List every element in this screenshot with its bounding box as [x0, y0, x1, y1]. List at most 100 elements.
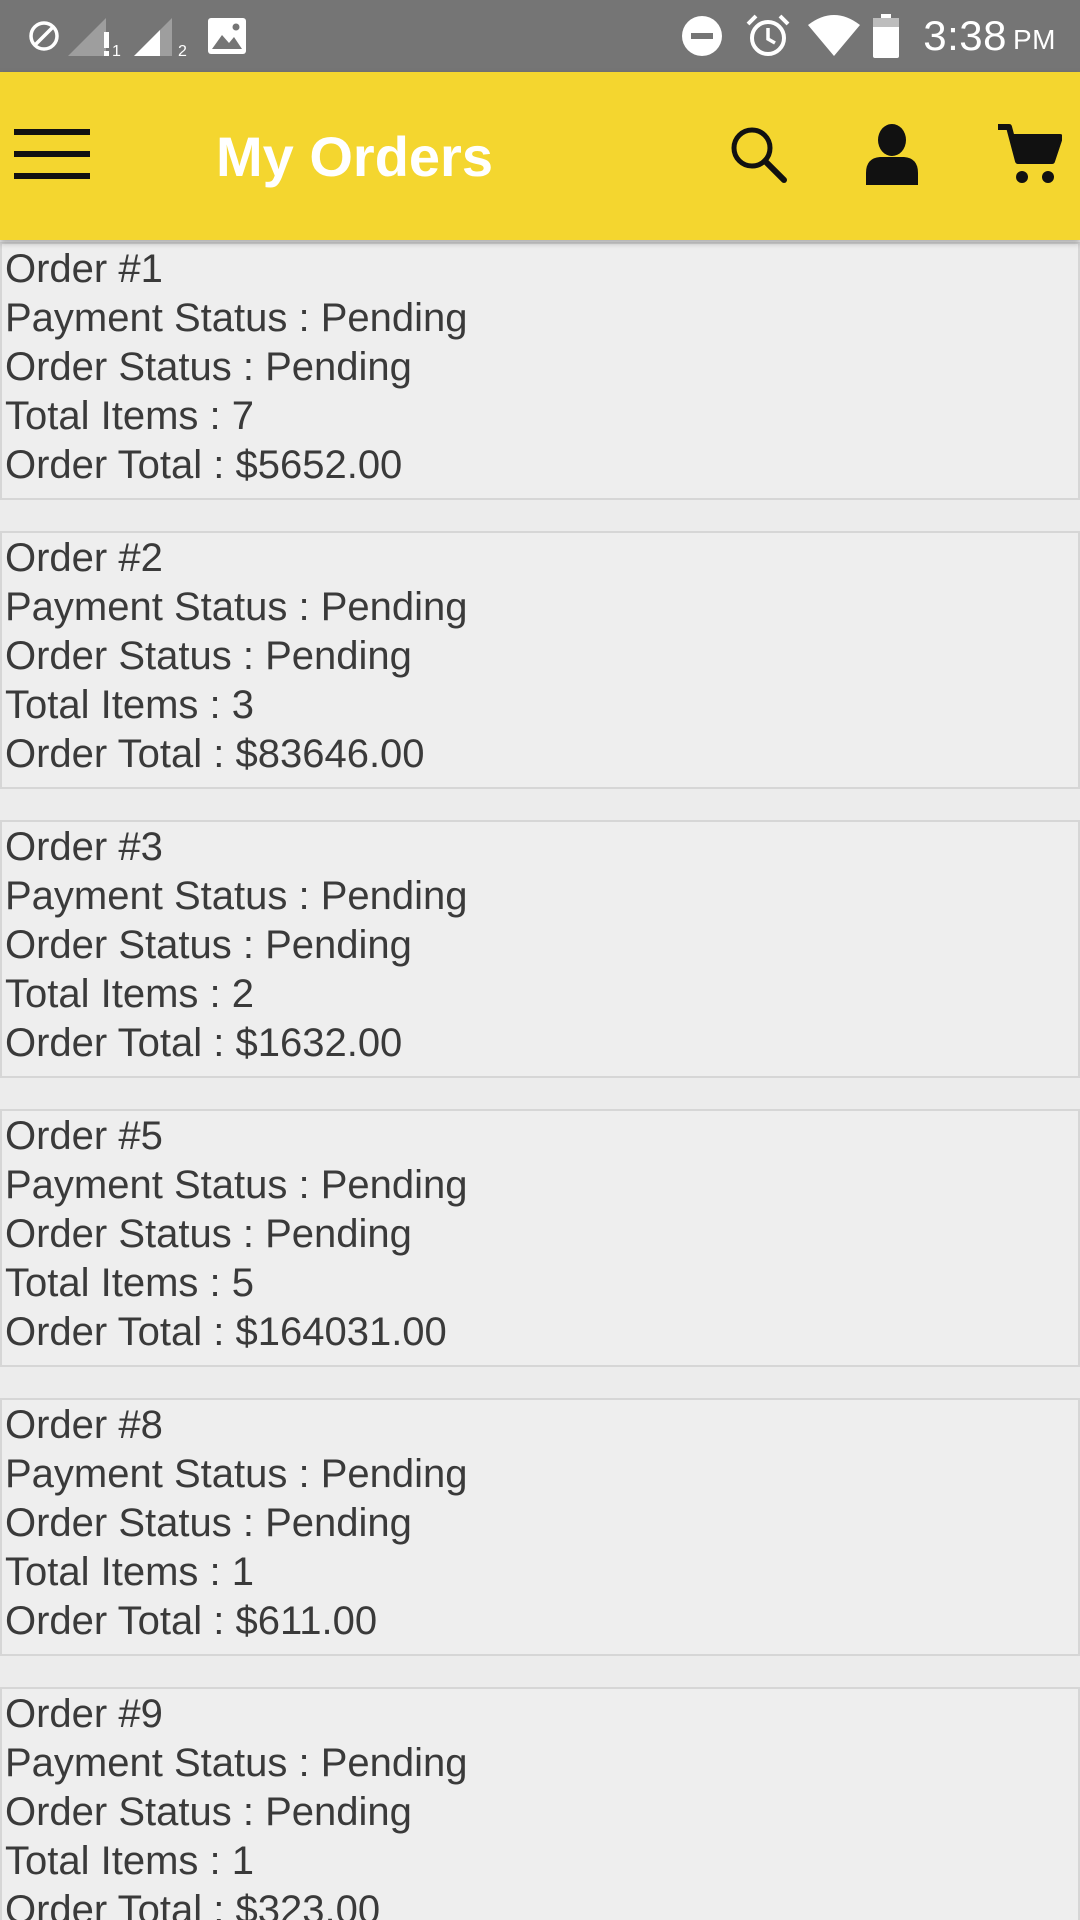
payment-status-value: Pending [320, 1163, 468, 1207]
account-button[interactable] [846, 72, 938, 240]
payment-status-line: Payment Status : Pending [5, 1739, 468, 1788]
orders-list[interactable]: Order #1 Payment Status : Pending Order … [0, 240, 1080, 1920]
payment-status-line: Payment Status : Pending [5, 583, 468, 632]
image-notification-icon [204, 0, 250, 72]
order-status-line: Order Status : Pending [5, 1788, 412, 1837]
payment-status-label: Payment Status : [5, 296, 321, 340]
wifi-icon [806, 0, 862, 72]
order-status-line: Order Status : Pending [5, 632, 412, 681]
order-total-label: Order Total : [5, 443, 236, 487]
page-title: My Orders [216, 124, 493, 188]
account-icon [866, 123, 918, 190]
cart-button[interactable] [978, 72, 1080, 240]
order-total-line: Order Total : $83646.00 [5, 730, 425, 779]
order-total-line: Order Total : $323.00 [5, 1886, 380, 1920]
alarm-icon [744, 0, 792, 72]
order-total-value: $1632.00 [235, 1021, 403, 1065]
order-total-label: Order Total : [5, 1310, 236, 1354]
order-total-value: $323.00 [235, 1888, 381, 1920]
total-items-label: Total Items : [5, 394, 232, 438]
svg-text:1: 1 [112, 43, 121, 58]
payment-status-value: Pending [320, 1452, 468, 1496]
signal-sim2-icon: 2 [132, 0, 192, 72]
payment-status-label: Payment Status : [5, 1452, 321, 1496]
order-status-line: Order Status : Pending [5, 343, 412, 392]
order-card[interactable]: Order #2 Payment Status : Pending Order … [0, 531, 1080, 789]
status-clock: 3:38 PM [923, 0, 1056, 72]
order-title: Order #2 [5, 536, 163, 580]
payment-status-label: Payment Status : [5, 1741, 321, 1785]
total-items-label: Total Items : [5, 1261, 232, 1305]
order-status-line: Order Status : Pending [5, 1499, 412, 1548]
payment-status-value: Pending [320, 874, 468, 918]
payment-status-line: Payment Status : Pending [5, 1161, 468, 1210]
total-items-line: Total Items : 1 [5, 1548, 254, 1597]
order-title: Order #1 [5, 247, 163, 291]
order-total-value: $83646.00 [235, 732, 425, 776]
order-card[interactable]: Order #5 Payment Status : Pending Order … [0, 1109, 1080, 1367]
order-status-label: Order Status : [5, 1790, 266, 1834]
order-total-label: Order Total : [5, 732, 236, 776]
do-not-disturb-icon [24, 0, 64, 72]
total-items-value: 1 [231, 1839, 254, 1883]
total-items-value: 5 [231, 1261, 254, 1305]
payment-status-line: Payment Status : Pending [5, 294, 468, 343]
order-card[interactable]: Order #3 Payment Status : Pending Order … [0, 820, 1080, 1078]
svg-text:2: 2 [178, 43, 187, 58]
status-time-ampm: PM [1013, 24, 1056, 55]
payment-status-label: Payment Status : [5, 874, 321, 918]
battery-icon [870, 0, 902, 72]
order-status-label: Order Status : [5, 634, 266, 678]
order-status-value: Pending [265, 1501, 412, 1545]
total-items-line: Total Items : 2 [5, 970, 254, 1019]
order-title: Order #5 [5, 1114, 163, 1158]
app-bar: My Orders [0, 72, 1080, 240]
order-status-value: Pending [265, 1212, 412, 1256]
search-icon [728, 124, 788, 189]
status-time-text: 3:38 [923, 12, 1007, 59]
order-status-value: Pending [265, 923, 412, 967]
payment-status-label: Payment Status : [5, 1163, 321, 1207]
order-title: Order #3 [5, 825, 163, 869]
total-items-line: Total Items : 1 [5, 1837, 254, 1886]
total-items-line: Total Items : 3 [5, 681, 254, 730]
order-total-line: Order Total : $5652.00 [5, 441, 402, 490]
order-total-line: Order Total : $1632.00 [5, 1019, 402, 1068]
order-status-line: Order Status : Pending [5, 921, 412, 970]
order-total-value: $5652.00 [235, 443, 403, 487]
payment-status-line: Payment Status : Pending [5, 1450, 468, 1499]
order-total-label: Order Total : [5, 1599, 236, 1643]
total-items-value: 7 [231, 394, 254, 438]
cart-icon [996, 121, 1063, 192]
signal-sim1-icon: 1 [66, 0, 126, 72]
total-items-label: Total Items : [5, 1550, 232, 1594]
order-status-label: Order Status : [5, 345, 266, 389]
order-status-label: Order Status : [5, 1212, 266, 1256]
order-title: Order #8 [5, 1403, 163, 1447]
status-bar: 1 2 3:38 PM [0, 0, 1080, 72]
order-total-line: Order Total : $164031.00 [5, 1308, 447, 1357]
menu-button[interactable] [0, 72, 104, 240]
total-items-line: Total Items : 7 [5, 392, 254, 441]
payment-status-value: Pending [320, 585, 468, 629]
order-total-line: Order Total : $611.00 [5, 1597, 377, 1646]
order-status-value: Pending [265, 345, 412, 389]
payment-status-label: Payment Status : [5, 585, 321, 629]
order-card[interactable]: Order #1 Payment Status : Pending Order … [0, 242, 1080, 500]
order-total-label: Order Total : [5, 1888, 236, 1920]
order-status-label: Order Status : [5, 1501, 266, 1545]
payment-status-value: Pending [320, 1741, 468, 1785]
order-card[interactable]: Order #8 Payment Status : Pending Order … [0, 1398, 1080, 1656]
order-status-line: Order Status : Pending [5, 1210, 412, 1259]
order-title: Order #9 [5, 1692, 163, 1736]
total-items-label: Total Items : [5, 1839, 232, 1883]
order-status-value: Pending [265, 1790, 412, 1834]
total-items-line: Total Items : 5 [5, 1259, 254, 1308]
order-status-label: Order Status : [5, 923, 266, 967]
order-status-value: Pending [265, 634, 412, 678]
payment-status-line: Payment Status : Pending [5, 872, 468, 921]
search-button[interactable] [712, 72, 804, 240]
order-card[interactable]: Order #9 Payment Status : Pending Order … [0, 1687, 1080, 1920]
total-items-value: 1 [231, 1550, 254, 1594]
total-items-value: 3 [231, 683, 254, 727]
